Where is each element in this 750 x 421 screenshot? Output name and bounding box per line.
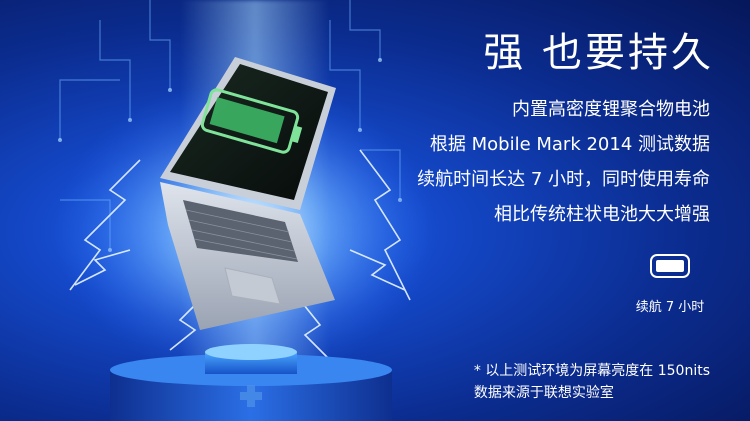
footnote: * 以上测试环境为屏幕亮度在 150nits 数据来源于联想实验室: [474, 360, 710, 404]
promo-banner: 强 也要持久 内置高密度锂聚合物电池 根据 Mobile Mark 2014 测…: [0, 0, 750, 421]
headline: 强 也要持久: [483, 30, 714, 76]
battery-level-fill: [656, 260, 684, 272]
battery-icon: [650, 254, 690, 278]
feature-line: 相比传统柱状电池大大增强: [494, 204, 710, 225]
feature-line: 根据 Mobile Mark 2014 测试数据: [429, 134, 710, 155]
feature-list: 内置高密度锂聚合物电池 根据 Mobile Mark 2014 测试数据 续航时…: [417, 92, 710, 232]
feature-line: 续航时间长达 7 小时，同时使用寿命: [417, 169, 710, 190]
feature-line: 内置高密度锂聚合物电池: [512, 99, 710, 120]
footnote-line: 数据来源于联想实验室: [473, 385, 614, 401]
battery-badge-label: 续航 7 小时: [635, 300, 705, 315]
footnote-line: * 以上测试环境为屏幕亮度在 150nits: [473, 363, 710, 379]
